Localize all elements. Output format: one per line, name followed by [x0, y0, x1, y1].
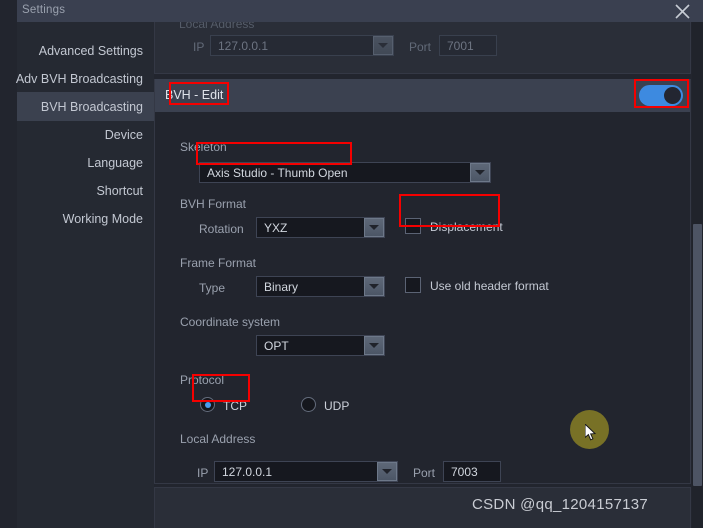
- local-port-label: Port: [413, 466, 436, 480]
- use-old-header-format-label: Use old header format: [430, 279, 549, 293]
- frame-format-label: Frame Format: [180, 256, 257, 270]
- sidebar-item-device[interactable]: Device: [17, 120, 154, 149]
- chevron-down-icon[interactable]: [470, 163, 490, 182]
- chevron-down-icon[interactable]: [364, 218, 384, 237]
- local-ip-value: 127.0.0.1: [222, 464, 273, 479]
- top-local-address-group: Local Address IP 127.0.0.1 Port 7001: [154, 22, 691, 74]
- sidebar-item-shortcut[interactable]: Shortcut: [17, 176, 154, 205]
- toggle-knob: [664, 87, 681, 104]
- sidebar-item-label: Advanced Settings: [38, 43, 143, 58]
- bvh-edit-body: Skeleton Axis Studio - Thumb Open BVH Fo…: [154, 112, 691, 484]
- sidebar-item-label: Adv BVH Broadcasting: [15, 71, 143, 86]
- top-port-label: Port: [409, 40, 432, 54]
- type-combo[interactable]: Binary: [256, 276, 385, 297]
- local-address-label: Local Address: [180, 432, 256, 446]
- sidebar-item-working-mode[interactable]: Working Mode: [17, 204, 154, 233]
- scrollbar-track[interactable]: [692, 22, 703, 528]
- local-ip-combo[interactable]: 127.0.0.1: [214, 461, 398, 482]
- skeleton-value: Axis Studio - Thumb Open: [207, 165, 348, 180]
- title-bar: Settings: [0, 0, 703, 22]
- coordinate-system-value: OPT: [264, 338, 289, 353]
- type-value: Binary: [264, 279, 299, 294]
- skeleton-label: Skeleton: [180, 140, 227, 154]
- sidebar-item-adv-bvh-broadcasting[interactable]: Adv BVH Broadcasting: [15, 64, 154, 93]
- sidebar-item-label: BVH Broadcasting: [40, 99, 143, 114]
- protocol-radio-udp-label: UDP: [324, 399, 350, 413]
- type-label: Type: [199, 281, 226, 295]
- local-port-input[interactable]: 7003: [443, 461, 501, 482]
- settings-window: Settings Advanced Settings Adv BVH Broad…: [0, 0, 703, 528]
- sidebar-item-label: Device: [104, 127, 143, 142]
- displacement-checkbox[interactable]: [405, 218, 421, 234]
- settings-content-panel: Local Address IP 127.0.0.1 Port 7001 BVH…: [154, 22, 703, 528]
- sidebar-item-bvh-broadcasting[interactable]: BVH Broadcasting: [17, 92, 154, 121]
- skeleton-combo[interactable]: Axis Studio - Thumb Open: [199, 162, 491, 183]
- use-old-header-format-checkbox[interactable]: [405, 277, 421, 293]
- protocol-label: Protocol: [180, 373, 225, 387]
- top-ip-combo[interactable]: 127.0.0.1: [210, 35, 394, 56]
- bvh-edit-toggle[interactable]: [639, 85, 683, 106]
- top-local-address-label: Local Address: [179, 22, 255, 31]
- sidebar-item-label: Language: [87, 155, 143, 170]
- sidebar-item-advanced-settings[interactable]: Advanced Settings: [17, 36, 154, 65]
- scrollbar-thumb[interactable]: [693, 224, 702, 486]
- chevron-down-icon[interactable]: [377, 462, 397, 481]
- local-ip-label: IP: [197, 466, 209, 480]
- chevron-down-icon[interactable]: [373, 36, 393, 55]
- displacement-label: Displacement: [430, 220, 503, 234]
- sidebar-item-label: Shortcut: [96, 183, 143, 198]
- protocol-radio-tcp[interactable]: [200, 397, 215, 412]
- sidebar: Advanced Settings Adv BVH Broadcasting B…: [15, 22, 154, 528]
- rotation-label: Rotation: [199, 222, 244, 236]
- top-port-input[interactable]: 7001: [439, 35, 497, 56]
- sidebar-item-language[interactable]: Language: [17, 148, 154, 177]
- coordinate-system-label: Coordinate system: [180, 315, 281, 329]
- chevron-down-icon[interactable]: [364, 336, 384, 355]
- top-ip-value: 127.0.0.1: [218, 38, 269, 53]
- protocol-radio-tcp-label: TCP: [223, 399, 247, 413]
- close-icon[interactable]: [665, 0, 699, 22]
- protocol-radio-udp[interactable]: [301, 397, 316, 412]
- bottom-section-strip: [154, 487, 691, 528]
- bvh-format-label: BVH Format: [180, 197, 247, 211]
- chevron-down-icon[interactable]: [364, 277, 384, 296]
- title-bar-notch: [0, 0, 17, 22]
- top-ip-label: IP: [193, 40, 205, 54]
- sidebar-item-label: Working Mode: [62, 211, 143, 226]
- rotation-value: YXZ: [264, 220, 288, 235]
- rotation-combo[interactable]: YXZ: [256, 217, 385, 238]
- bvh-edit-title: BVH - Edit: [165, 88, 224, 102]
- bvh-edit-header: BVH - Edit: [154, 79, 691, 112]
- coordinate-system-combo[interactable]: OPT: [256, 335, 385, 356]
- window-title: Settings: [22, 4, 66, 16]
